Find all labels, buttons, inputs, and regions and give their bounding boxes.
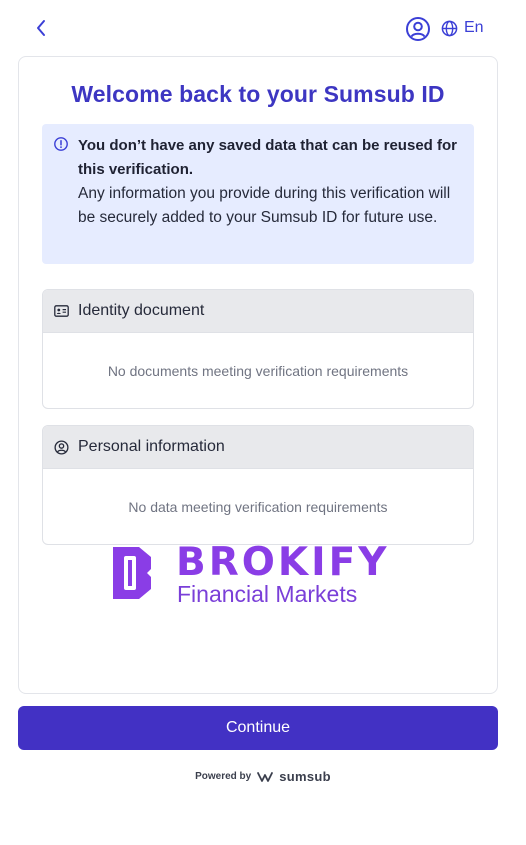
- sumsub-logo-icon: [257, 771, 274, 782]
- top-bar: En: [0, 0, 526, 56]
- identity-document-header: Identity document: [43, 290, 473, 333]
- user-circle-icon: [406, 17, 430, 41]
- brokify-logo: BROKIFY Financial Markets: [109, 540, 399, 609]
- language-label: En: [464, 19, 484, 36]
- brokify-logo-subtitle: Financial Markets: [177, 581, 358, 607]
- personal-information-header: Personal information: [43, 426, 473, 469]
- brokify-logo-word: BROKIFY: [176, 540, 390, 585]
- personal-information-body: No data meeting verification requirement…: [43, 469, 473, 544]
- profile-button[interactable]: [405, 16, 431, 42]
- personal-information-empty-text: No data meeting verification requirement…: [128, 498, 388, 515]
- reuse-data-card: Welcome back to your Sumsub ID You don’t…: [18, 56, 498, 694]
- notice-title: You don’t have any saved data that can b…: [78, 137, 457, 178]
- user-circle-icon: [54, 439, 69, 455]
- powered-by: Powered by sumsub: [0, 769, 526, 784]
- info-icon: [54, 137, 68, 151]
- chevron-left-icon: [37, 20, 45, 36]
- identity-document-body: No documents meeting verification requir…: [43, 333, 473, 408]
- personal-information-section: Personal information No data meeting ver…: [42, 425, 474, 545]
- info-notice: You don’t have any saved data that can b…: [42, 124, 474, 264]
- brokify-logo-mark: [113, 547, 151, 599]
- language-selector[interactable]: En: [441, 16, 484, 40]
- globe-icon: [441, 20, 458, 36]
- notice-body: Any information you provide during this …: [78, 185, 451, 226]
- back-button[interactable]: [30, 16, 52, 40]
- id-card-icon: [54, 305, 69, 317]
- identity-document-title: Identity document: [78, 302, 205, 319]
- identity-document-empty-text: No documents meeting verification requir…: [107, 362, 409, 379]
- continue-button[interactable]: Continue: [18, 706, 498, 750]
- powered-by-label: Powered by: [195, 771, 252, 782]
- identity-document-section: Identity document No documents meeting v…: [42, 289, 474, 409]
- personal-information-title: Personal information: [78, 438, 225, 455]
- page-title: Welcome back to your Sumsub ID: [71, 81, 445, 107]
- sumsub-brand: sumsub: [279, 769, 331, 784]
